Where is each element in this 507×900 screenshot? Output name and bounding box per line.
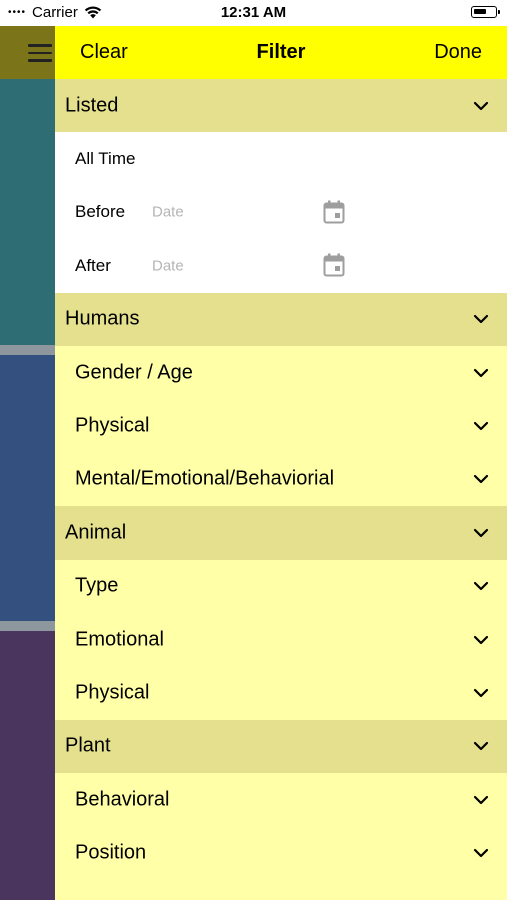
section-label: Humans xyxy=(65,307,140,330)
listed-before-row: Before Date xyxy=(55,185,507,240)
item-label: Gender / Age xyxy=(75,361,193,384)
chevron-down-icon xyxy=(473,475,489,484)
background-card xyxy=(0,631,55,900)
chevron-down-icon xyxy=(473,635,489,644)
chevron-down-icon xyxy=(473,795,489,804)
after-label: After xyxy=(75,255,111,275)
background-divider xyxy=(0,621,55,631)
status-time: 12:31 AM xyxy=(220,4,287,21)
hamburger-menu-icon[interactable] xyxy=(28,44,52,62)
item-label: Physical xyxy=(75,414,150,437)
list-item[interactable]: Mental/Emotional/Behaviorial xyxy=(55,452,507,507)
chevron-down-icon xyxy=(473,528,489,537)
chevron-down-icon xyxy=(473,421,489,431)
before-label: Before xyxy=(75,202,126,222)
chevron-down-icon xyxy=(473,582,489,591)
chevron-down-icon xyxy=(473,368,489,377)
item-label: Behavioral xyxy=(75,788,170,811)
list-item[interactable]: Type xyxy=(55,559,507,613)
background-card xyxy=(0,79,55,345)
section-label: Listed xyxy=(65,94,119,117)
background-app xyxy=(0,26,55,900)
list-item-partial[interactable] xyxy=(55,879,507,900)
item-label: Mental/Emotional/Behaviorial xyxy=(75,467,335,490)
done-button[interactable]: Done xyxy=(434,41,482,64)
section-label: Plant xyxy=(65,734,111,757)
after-date-input[interactable]: Date xyxy=(152,257,184,274)
filter-drawer: Clear Filter Done Listed All Time Before… xyxy=(55,26,507,900)
chevron-down-icon xyxy=(473,688,489,698)
section-plant[interactable]: Plant xyxy=(55,719,507,774)
list-item[interactable]: Emotional xyxy=(55,612,507,667)
item-label: Position xyxy=(75,841,147,864)
list-item[interactable]: Gender / Age xyxy=(55,345,507,400)
background-divider xyxy=(0,345,55,355)
item-label: Emotional xyxy=(75,628,164,651)
section-animal[interactable]: Animal xyxy=(55,506,507,560)
background-card xyxy=(0,355,55,621)
section-listed[interactable]: Listed xyxy=(55,79,507,133)
listed-after-row: After Date xyxy=(55,239,507,293)
filter-nav-bar: Clear Filter Done xyxy=(55,26,507,79)
item-label: Physical xyxy=(75,681,150,704)
list-item[interactable]: Behavioral xyxy=(55,773,507,827)
list-item[interactable]: Physical xyxy=(55,666,507,720)
chevron-down-icon xyxy=(473,101,489,110)
before-date-input[interactable]: Date xyxy=(152,204,184,221)
chevron-down-icon xyxy=(473,849,489,858)
status-bar: •••• Carrier 12:31 AM xyxy=(0,0,507,26)
chevron-down-icon xyxy=(473,742,489,751)
section-label: Animal xyxy=(65,521,127,544)
chevron-down-icon xyxy=(473,315,489,324)
item-label: Type xyxy=(75,574,119,597)
list-item[interactable]: Physical xyxy=(55,399,507,453)
all-time-label: All Time xyxy=(75,149,136,169)
section-humans[interactable]: Humans xyxy=(55,292,507,346)
list-item[interactable]: Position xyxy=(55,826,507,880)
battery-icon xyxy=(471,6,500,18)
background-nav-bar xyxy=(0,26,55,79)
calendar-icon[interactable] xyxy=(323,200,345,224)
listed-all-time-option[interactable]: All Time xyxy=(55,132,507,186)
calendar-icon[interactable] xyxy=(323,253,345,277)
